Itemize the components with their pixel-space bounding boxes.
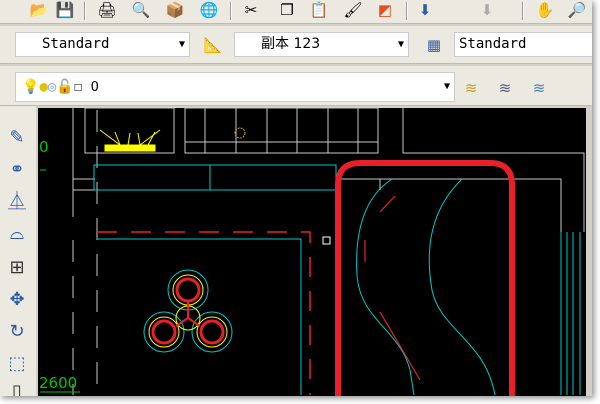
red-lines [97,160,515,396]
dimension-label-top: 0 [39,138,49,156]
dimension-label-bottom: 2600 [39,374,77,392]
grip-square[interactable] [322,236,331,245]
drawing-svg: 0 2600 [39,108,585,396]
autocad-window: 📂 💾 🖨 🔍 📦 🌐 ✂ ❐ 📋 🖌 ◩ ⬇ ⬇ ✋ 🔎 Standard ▼… [0,0,592,396]
light-fixture [99,127,246,152]
tree-symbol [143,269,233,353]
